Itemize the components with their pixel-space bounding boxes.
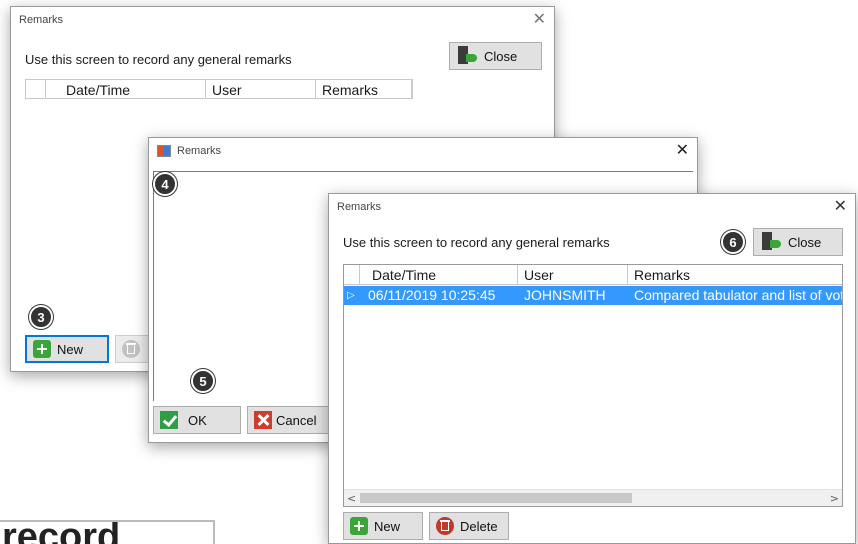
close-icon[interactable]: ✕ <box>676 142 689 158</box>
cell-remarks: Compared tabulator and list of vote <box>634 287 843 303</box>
delete-button[interactable]: Delete <box>429 512 509 540</box>
close-button-label: Close <box>788 234 822 250</box>
new-button[interactable]: New <box>343 512 423 540</box>
column-header-user[interactable]: User <box>518 265 628 284</box>
window-description: Use this screen to record any general re… <box>343 235 610 250</box>
cell-datetime: 06/11/2019 10:25:45 <box>368 287 496 303</box>
plus-icon <box>350 517 368 535</box>
row-header-column <box>344 265 360 284</box>
row-header-column <box>26 80 46 98</box>
cancel-button-label: Cancel <box>276 412 317 428</box>
window-title: Remarks <box>177 145 222 157</box>
column-header-user[interactable]: User <box>206 80 316 98</box>
exit-door-icon <box>760 232 782 252</box>
ok-button[interactable]: OK <box>153 406 241 434</box>
plus-icon <box>33 340 51 358</box>
title-bar: Remarks ✕ <box>149 138 697 164</box>
cancel-x-icon <box>254 411 272 429</box>
horizontal-scrollbar[interactable]: < > <box>344 489 842 506</box>
delete-button-label: Delete <box>460 518 498 534</box>
new-button[interactable]: New <box>25 335 109 363</box>
remarks-grid: Date/Time User Remarks ▷ 06/11/2019 10:2… <box>343 264 843 507</box>
window-title: Remarks <box>337 201 382 213</box>
title-bar: Remarks ✕ <box>11 7 554 33</box>
close-button[interactable]: Close <box>753 228 843 256</box>
background-heading: record <box>0 520 215 544</box>
exit-door-icon <box>456 46 478 66</box>
trash-icon <box>122 340 140 358</box>
trash-icon <box>436 517 454 535</box>
remarks-window-front: Remarks ✕ Use this screen to record any … <box>328 193 856 544</box>
close-button[interactable]: Close <box>449 42 542 70</box>
title-bar: Remarks ✕ <box>329 194 855 220</box>
row-selector-arrow-icon: ▷ <box>347 290 355 301</box>
app-icon <box>157 145 171 157</box>
column-header-remarks[interactable]: Remarks <box>628 265 842 284</box>
close-icon[interactable]: ✕ <box>834 198 847 214</box>
step-badge-4: 4 <box>153 172 177 196</box>
cancel-button[interactable]: Cancel <box>247 406 333 434</box>
cell-user: JOHNSMITH <box>524 287 606 303</box>
new-button-label: New <box>374 518 401 534</box>
step-badge-3: 3 <box>29 305 53 329</box>
remarks-grid-header: Date/Time User Remarks <box>344 265 842 285</box>
window-title: Remarks <box>19 14 64 26</box>
ok-button-label: OK <box>188 412 207 428</box>
close-button-label: Close <box>484 48 518 64</box>
table-row[interactable]: ▷ 06/11/2019 10:25:45 JOHNSMITH Compared… <box>344 286 843 305</box>
column-header-datetime[interactable]: Date/Time <box>46 80 206 98</box>
close-icon[interactable]: ✕ <box>533 11 546 27</box>
scroll-right-icon[interactable]: > <box>830 490 839 506</box>
column-header-datetime[interactable]: Date/Time <box>360 265 518 284</box>
new-button-label: New <box>57 341 84 357</box>
remarks-grid-header: Date/Time User Remarks <box>25 79 413 99</box>
scroll-left-icon[interactable]: < <box>347 490 356 506</box>
checkmark-icon <box>160 411 178 429</box>
column-header-remarks[interactable]: Remarks <box>316 80 412 98</box>
window-description: Use this screen to record any general re… <box>25 52 292 67</box>
scrollbar-thumb[interactable] <box>360 493 632 503</box>
step-badge-5: 5 <box>191 369 215 393</box>
step-badge-6: 6 <box>721 230 745 254</box>
